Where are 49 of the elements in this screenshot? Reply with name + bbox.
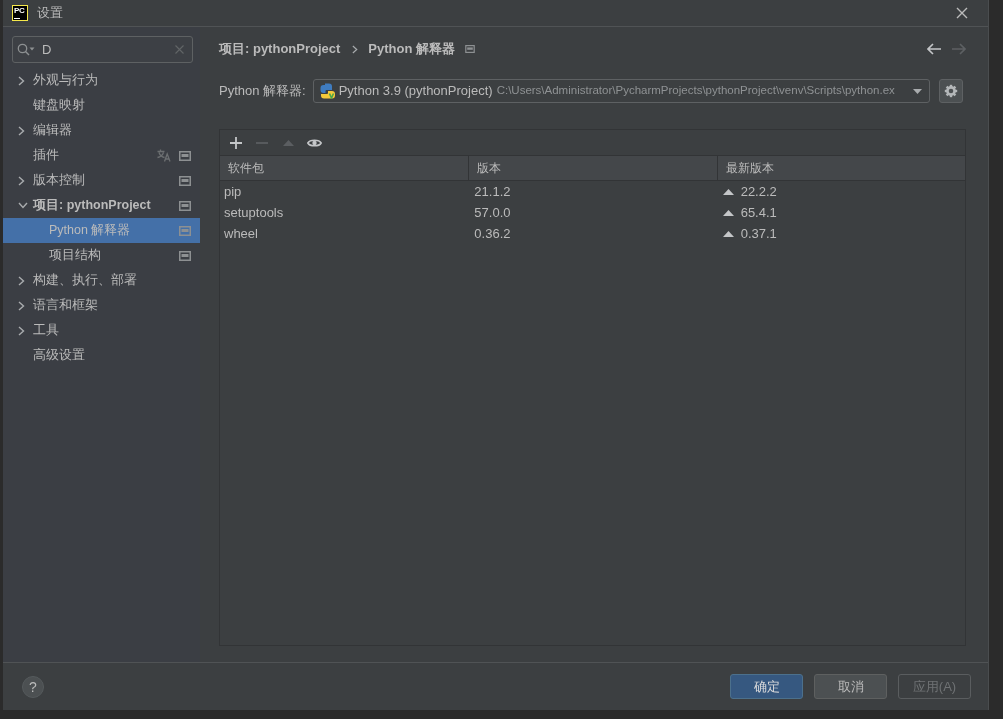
column-header[interactable]: 软件包 (228, 160, 264, 176)
table-cell: pip (224, 183, 242, 200)
tree-item[interactable]: 插件 (3, 143, 200, 168)
tree-item[interactable]: 键盘映射 (3, 93, 200, 118)
table-cell: wheel (224, 225, 258, 242)
tree-item[interactable]: 构建、执行、部署 (3, 268, 200, 293)
close-icon (956, 7, 968, 19)
table-cell: 57.0.0 (474, 204, 511, 221)
tree-item[interactable]: 语言和框架 (3, 293, 200, 318)
caret-icon (913, 88, 922, 94)
tree-item[interactable]: 项目结构 (3, 243, 200, 268)
tree-item[interactable]: 工具 (3, 318, 200, 343)
breadcrumb-item: Python 解释器 (368, 41, 455, 57)
interpreter-dropdown[interactable]: Python 3.9 (pythonProject) C:\Users\Administrator\PycharmProjects\pythonProject\venv\Scripts\python.ex (312, 79, 930, 103)
tree-item[interactable]: 项目: pythonProject (3, 193, 200, 218)
right-arrow-icon (952, 43, 966, 55)
logo-icon (319, 83, 336, 99)
window-title: 设置 (37, 5, 63, 21)
settings-button[interactable] (939, 79, 963, 103)
dialog-button[interactable]: 取消 (814, 674, 887, 699)
search-field[interactable]: D (12, 36, 193, 63)
chevron-right-icon (352, 44, 359, 54)
help-button[interactable]: ? (22, 675, 44, 698)
tree-item[interactable]: 版本控制 (3, 168, 200, 193)
left-arrow-icon (927, 43, 941, 55)
table-cell: 22.2.2 (740, 183, 777, 200)
interpreter-path: C:\Users\Administrator\PycharmProjects\pythonProject\venv\Scripts\python.ex (496, 84, 895, 98)
confirm-button[interactable]: 确定 (730, 674, 803, 699)
settings-icon (944, 84, 958, 98)
column-header[interactable]: 最新版本 (725, 160, 774, 176)
table-cell: 21.1.2 (474, 183, 511, 200)
search-icon[interactable] (17, 43, 35, 56)
tree-item[interactable]: 外观与行为 (3, 68, 200, 93)
back-button[interactable] (927, 43, 941, 55)
plus-icon (230, 136, 242, 149)
table-cell: setuptools (224, 204, 284, 221)
table-cell: 0.37.1 (740, 225, 777, 242)
field-label: Python 解释器: (219, 83, 306, 99)
close-button[interactable] (956, 7, 968, 19)
app-logo: PC (12, 5, 28, 21)
tree-item[interactable]: 编辑器 (3, 118, 200, 143)
triangle-up-icon (282, 139, 294, 146)
eye-icon (306, 137, 322, 148)
breadcrumb-item: 项目: pythonProject (219, 41, 341, 57)
tree-item[interactable]: 高级设置 (3, 343, 200, 368)
table-cell: 0.36.2 (474, 225, 511, 242)
interpreter-name: Python 3.9 (pythonProject) (338, 83, 493, 99)
table-cell: 65.4.1 (740, 204, 777, 221)
column-header[interactable]: 版本 (477, 160, 502, 176)
